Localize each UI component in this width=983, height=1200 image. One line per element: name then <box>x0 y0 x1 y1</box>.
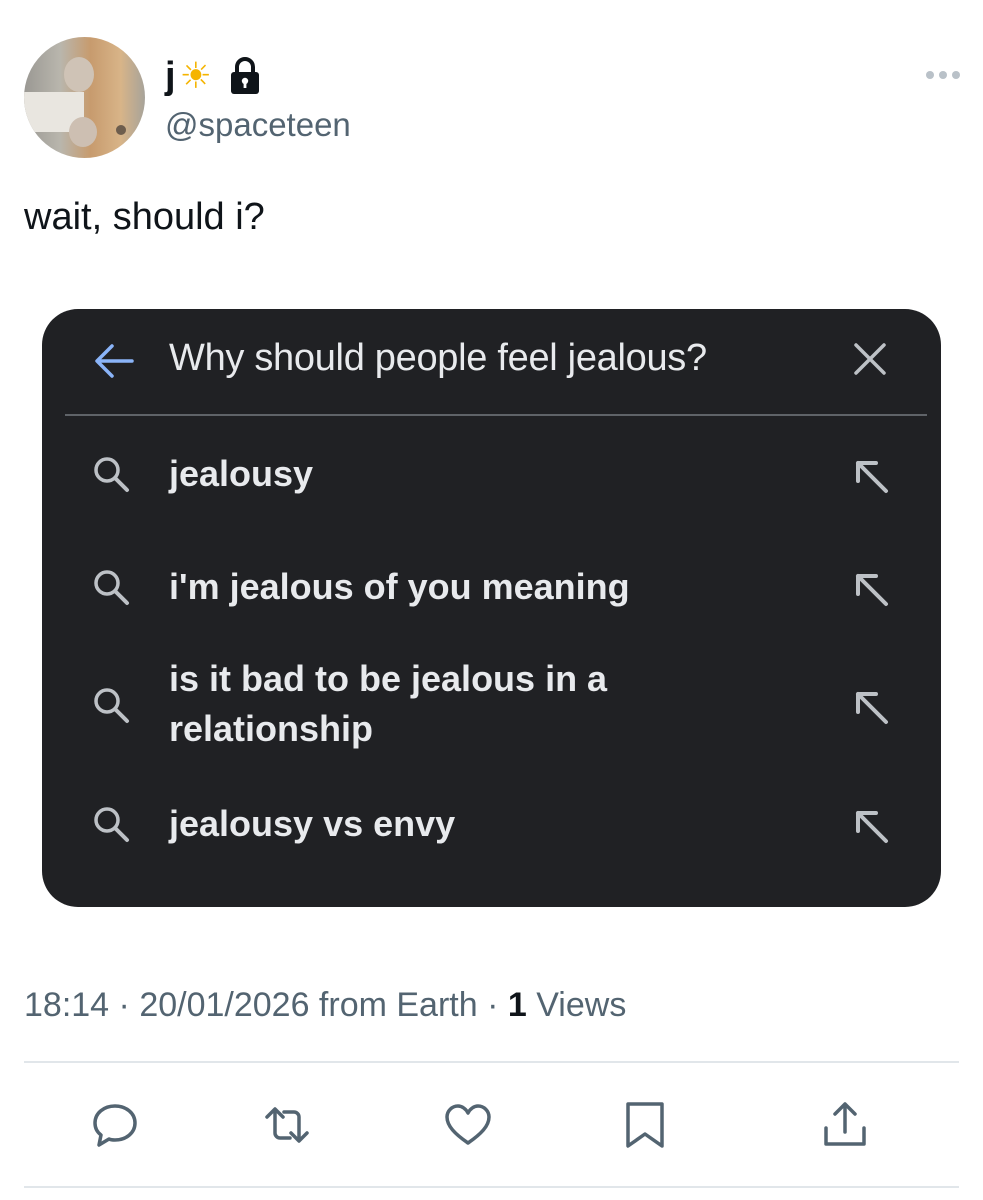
search-icon <box>94 688 129 723</box>
arrow-up-left-icon <box>856 574 888 606</box>
tweet-time: 18:14 <box>24 986 110 1024</box>
share-icon[interactable] <box>820 1100 870 1150</box>
divider <box>24 1061 959 1063</box>
like-icon[interactable] <box>443 1100 493 1150</box>
meta-separator: · <box>477 986 508 1024</box>
search-query: Why should people feel jealous? <box>169 337 707 379</box>
bookmark-icon[interactable] <box>620 1100 670 1150</box>
tweet-text: wait, should i? <box>24 196 265 238</box>
search-icon <box>94 570 129 605</box>
avatar[interactable] <box>24 37 145 158</box>
search-icon <box>94 457 129 492</box>
arrow-up-left-icon <box>856 692 888 724</box>
search-divider <box>65 414 927 416</box>
suggestion-label: i'm jealous of you meaning <box>169 566 630 607</box>
arrow-up-left-icon <box>856 461 888 493</box>
arrow-up-left-icon <box>856 811 888 843</box>
author-name[interactable]: j <box>165 57 176 95</box>
tweet-source: from Earth <box>309 986 478 1024</box>
close-icon <box>854 343 886 375</box>
retweet-icon[interactable] <box>262 1100 312 1150</box>
search-icon <box>94 807 129 842</box>
suggestion-label: jealousy vs envy <box>169 803 456 844</box>
tweet-meta: 18:14 · 20/01/2026 from Earth · 1 Views <box>24 986 626 1025</box>
views-label: Views <box>526 986 627 1024</box>
lock-icon <box>230 57 259 94</box>
views-count: 1 <box>507 986 527 1024</box>
suggestion-label: is it bad to be jealous in a relationshi… <box>169 658 608 749</box>
search-screenshot-card[interactable]: Why should people feel jealous? jealousy… <box>42 309 941 907</box>
more-options-icon[interactable] <box>920 60 965 90</box>
author-name-row[interactable]: j ☀ <box>165 54 262 98</box>
back-arrow-icon <box>95 344 134 378</box>
reply-icon[interactable] <box>90 1100 140 1150</box>
sun-emoji: ☀ <box>179 55 212 96</box>
tweet-date: 20/01/2026 <box>139 986 310 1024</box>
suggestion-label: jealousy <box>169 453 314 494</box>
divider <box>24 1186 959 1188</box>
author-handle[interactable]: @spaceteen <box>165 106 351 144</box>
meta-separator: · <box>109 986 140 1024</box>
